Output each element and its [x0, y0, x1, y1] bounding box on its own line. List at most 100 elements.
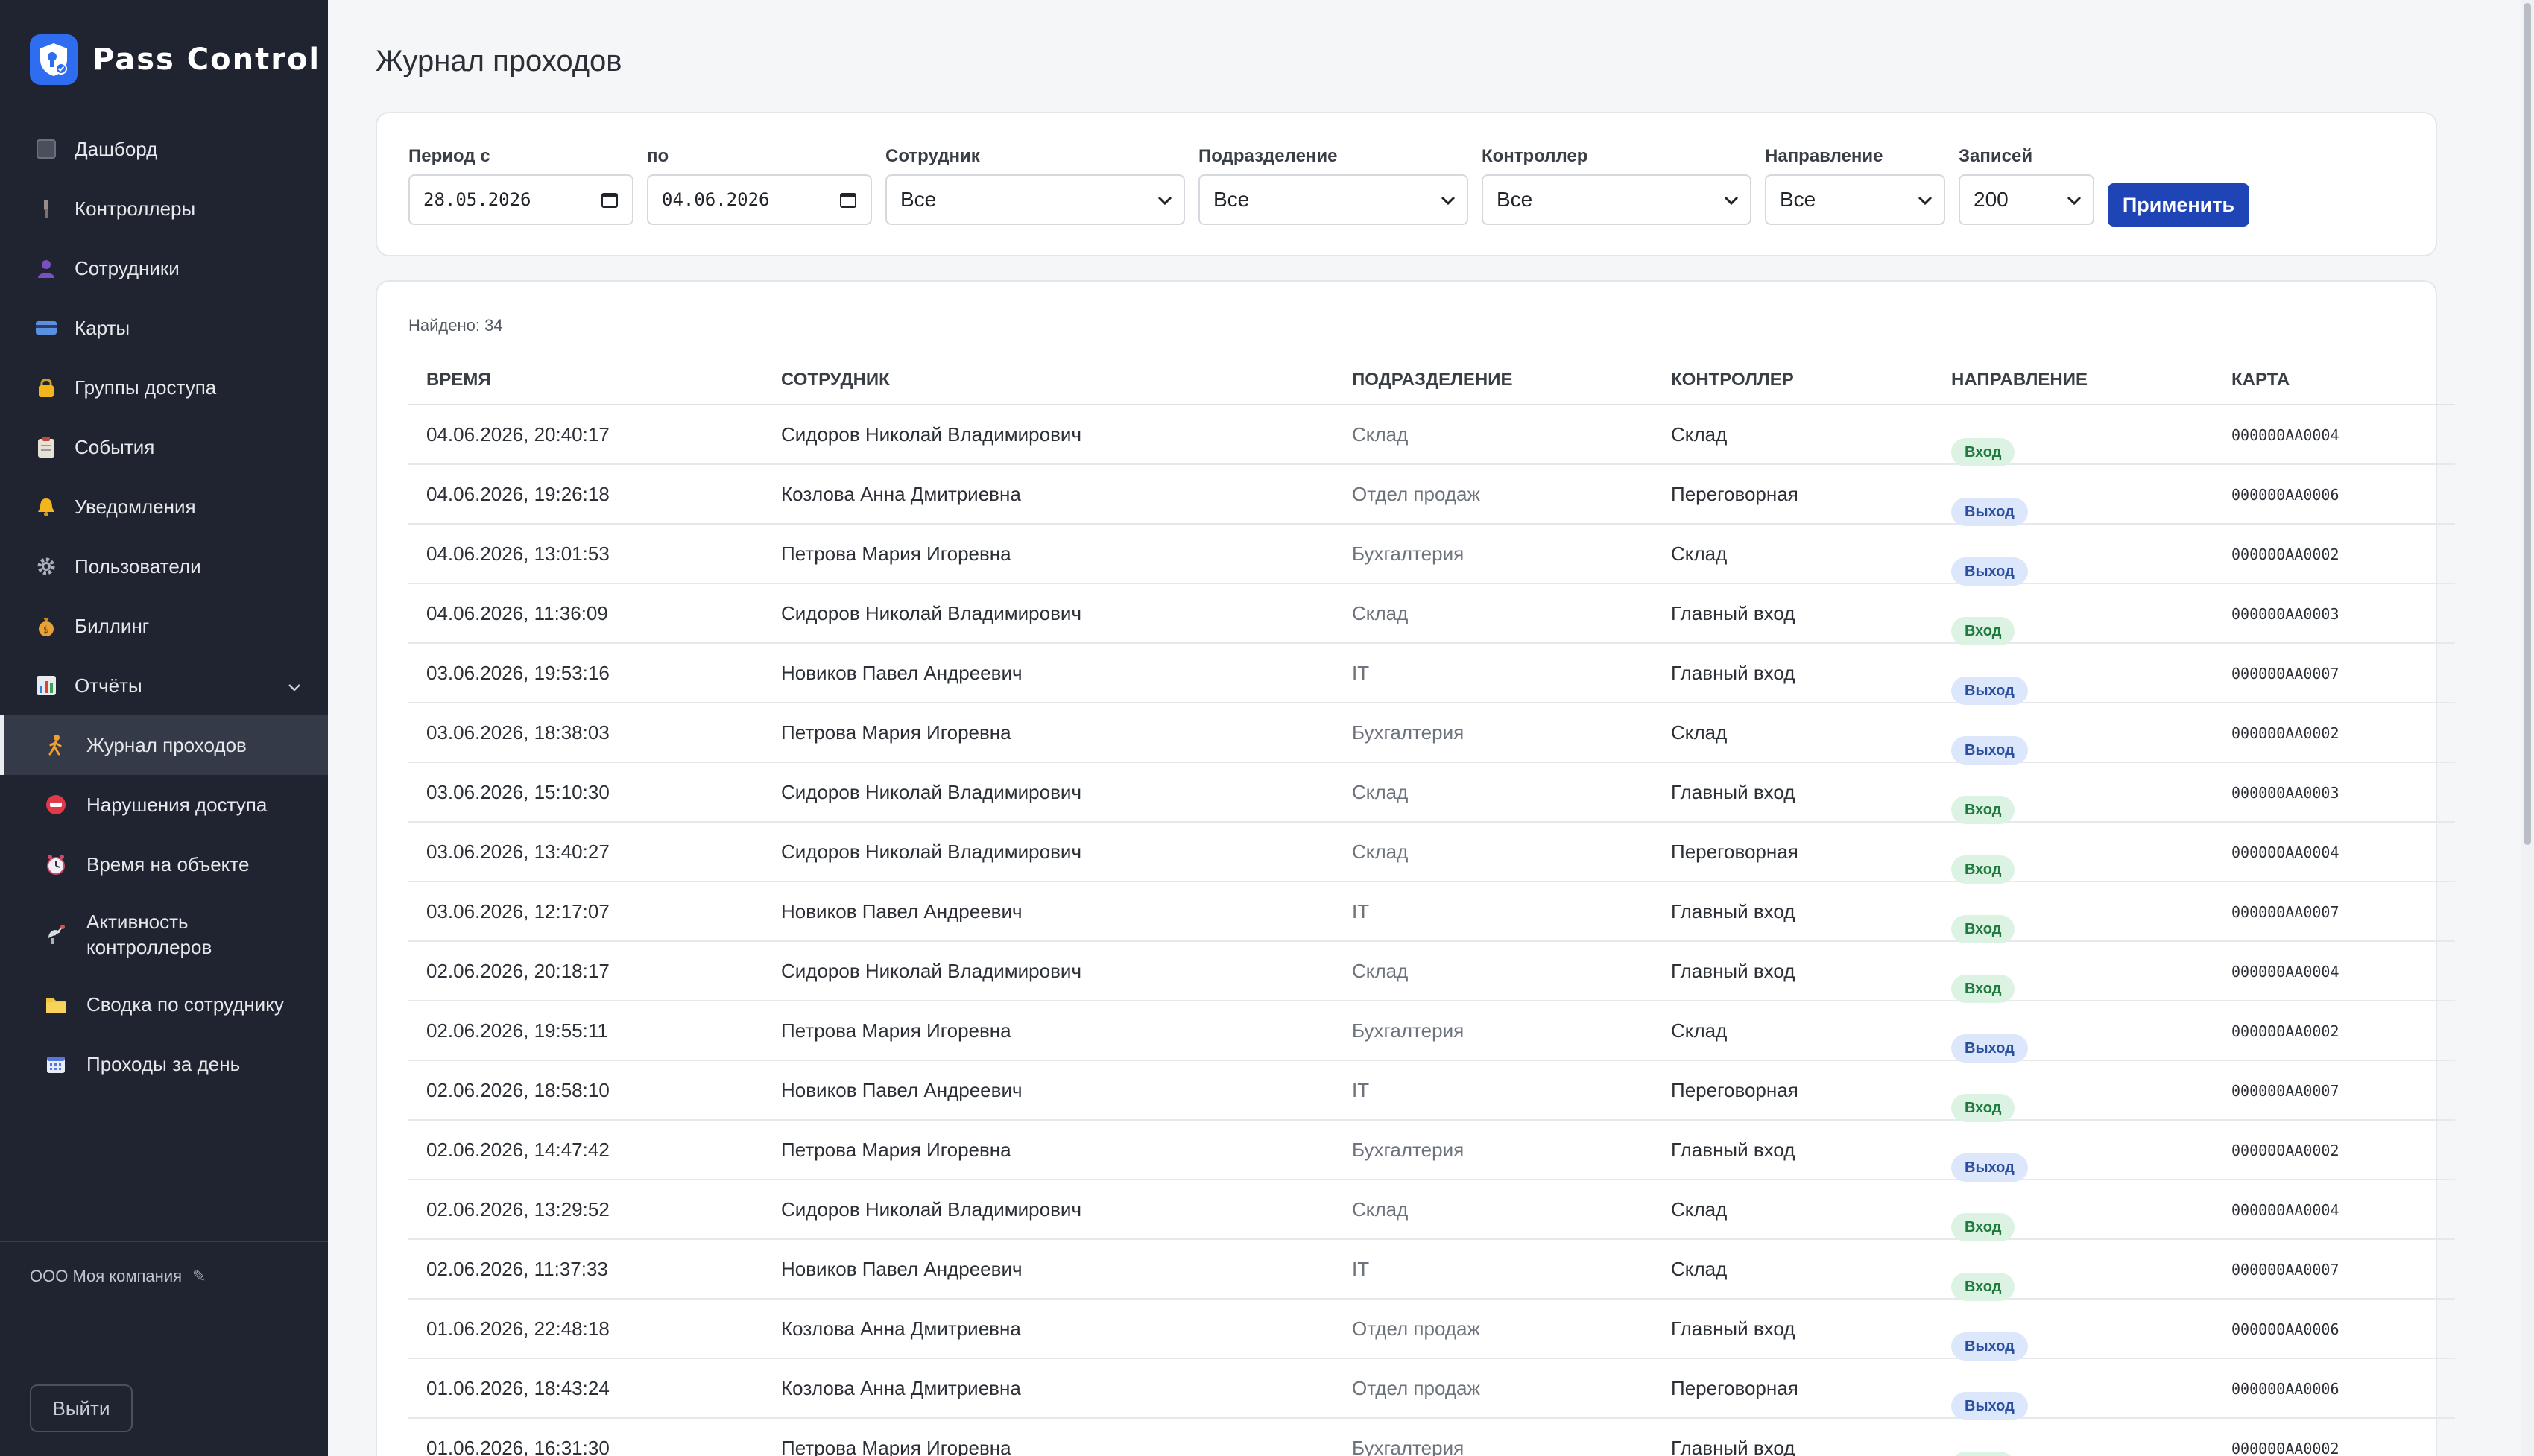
employee-select-value: Все [900, 188, 937, 211]
records-select[interactable]: 200 [1959, 174, 2094, 225]
company-name[interactable]: ООО Моя компания ✎ [30, 1267, 206, 1286]
cell-controller: Склад [1671, 1198, 1728, 1221]
header-controller[interactable]: КОНТРОЛЛЕР [1671, 370, 1794, 390]
scrollbar-thumb[interactable] [2524, 3, 2531, 845]
cell-time: 02.06.2026, 14:47:42 [426, 1139, 610, 1161]
apply-button[interactable]: Применить [2108, 183, 2249, 227]
sub-item-access-violations[interactable]: Нарушения доступа [0, 775, 328, 835]
sub-item-controller-activity[interactable]: Активность контроллеров [0, 894, 328, 975]
nav-item-notifications[interactable]: Уведомления [0, 477, 328, 536]
table-row[interactable]: 03.06.2026, 13:40:27 Сидоров Николай Влад… [408, 823, 2455, 884]
controller-select[interactable]: Все [1482, 174, 1751, 225]
table-row[interactable]: 01.06.2026, 22:48:18 Козлова Анна Дмитрие… [408, 1300, 2455, 1361]
nav-item-cards[interactable]: Карты [0, 298, 328, 358]
table-row[interactable]: 03.06.2026, 15:10:30 Сидоров Николай Влад… [408, 763, 2455, 824]
cell-department: Склад [1352, 1198, 1409, 1221]
nav-item-billing[interactable]: $ Биллинг [0, 596, 328, 656]
table-row[interactable]: 04.06.2026, 19:26:18 Козлова Анна Дмитрие… [408, 465, 2455, 526]
employee-select[interactable]: Все [885, 174, 1185, 225]
records-select-value: 200 [1974, 188, 2009, 211]
cell-time: 03.06.2026, 18:38:03 [426, 721, 610, 744]
chevron-down-icon [1440, 191, 1456, 215]
sub-label: Нарушения доступа [86, 793, 268, 816]
table-row[interactable]: 01.06.2026, 18:43:24 Козлова Анна Дмитрие… [408, 1359, 2455, 1420]
table-row[interactable]: 03.06.2026, 19:53:16 Новиков Павел Андрее… [408, 644, 2455, 705]
nav-label: Группы доступа [75, 376, 217, 399]
brand[interactable]: Pass Control [30, 33, 320, 86]
gear-icon [33, 553, 60, 580]
cell-time: 02.06.2026, 20:18:17 [426, 960, 610, 982]
page-scrollbar[interactable] [2521, 0, 2534, 1456]
nav-label: Биллинг [75, 614, 150, 637]
table-row[interactable]: 03.06.2026, 18:38:03 Петрова Мария Игорев… [408, 703, 2455, 765]
table-row[interactable]: 02.06.2026, 18:58:10 Новиков Павел Андрее… [408, 1061, 2455, 1122]
cell-employee: Козлова Анна Дмитриевна [781, 483, 1021, 505]
nav-label: Дашборд [75, 137, 158, 160]
sub-item-daily-passes[interactable]: Проходы за день [0, 1034, 328, 1094]
period-from-input[interactable]: 28.05.2026 [408, 174, 634, 225]
cell-employee: Сидоров Николай Владимирович [781, 1198, 1081, 1221]
no-entry-icon [43, 792, 69, 817]
table-row[interactable]: 04.06.2026, 20:40:17 Сидоров Николай Влад… [408, 405, 2455, 466]
period-to-input[interactable]: 04.06.2026 [647, 174, 872, 225]
pencil-icon[interactable]: ✎ [192, 1267, 206, 1286]
table-row[interactable]: 02.06.2026, 20:18:17 Сидоров Николай Влад… [408, 942, 2455, 1003]
cell-card: 000000AA0003 [2231, 784, 2339, 802]
table-row[interactable]: 03.06.2026, 12:17:07 Новиков Павел Андрее… [408, 882, 2455, 943]
cell-card: 000000AA0006 [2231, 1380, 2339, 1398]
cell-time: 04.06.2026, 13:01:53 [426, 542, 610, 565]
calendar-icon[interactable] [601, 191, 619, 213]
cell-controller: Главный вход [1671, 1437, 1795, 1456]
cell-employee: Сидоров Николай Владимирович [781, 960, 1081, 982]
department-filter-label: Подразделение [1198, 146, 1338, 166]
direction-badge: Выход [1951, 498, 2028, 526]
department-select[interactable]: Все [1198, 174, 1468, 225]
nav-label: Отчёты [75, 674, 142, 697]
table-row[interactable]: 02.06.2026, 14:47:42 Петрова Мария Игорев… [408, 1121, 2455, 1182]
table-row[interactable]: 04.06.2026, 11:36:09 Сидоров Николай Влад… [408, 584, 2455, 645]
cell-card: 000000AA0007 [2231, 1082, 2339, 1100]
nav-item-events[interactable]: События [0, 417, 328, 477]
nav-item-controllers[interactable]: Контроллеры [0, 179, 328, 238]
calendar-icon[interactable] [839, 191, 857, 213]
table-row[interactable]: 04.06.2026, 13:01:53 Петрова Мария Игорев… [408, 525, 2455, 586]
sub-item-time-on-site[interactable]: Время на объекте [0, 835, 328, 894]
sub-item-pass-log[interactable]: Журнал проходов [0, 715, 328, 775]
table-row[interactable]: 02.06.2026, 11:37:33 Новиков Павел Андрее… [408, 1240, 2455, 1301]
header-direction[interactable]: НАПРАВЛЕНИЕ [1951, 370, 2088, 390]
header-employee[interactable]: СОТРУДНИК [781, 370, 890, 390]
direction-badge: Вход [1951, 915, 2015, 943]
direction-badge: Вход [1951, 975, 2015, 1003]
cell-time: 02.06.2026, 18:58:10 [426, 1079, 610, 1101]
header-department[interactable]: ПОДРАЗДЕЛЕНИЕ [1352, 370, 1513, 390]
cell-controller: Склад [1671, 542, 1728, 565]
table-row[interactable]: 02.06.2026, 19:55:11 Петрова Мария Игорев… [408, 1001, 2455, 1063]
nav-item-employees[interactable]: Сотрудники [0, 238, 328, 298]
sidebar: Pass Control Дашборд Контроллеры Сотрудн… [0, 0, 328, 1456]
cell-card: 000000AA0002 [2231, 1142, 2339, 1159]
direction-badge: Выход [1951, 557, 2028, 586]
nav-label: События [75, 435, 155, 458]
table-row[interactable]: 01.06.2026, 16:31:30 Петрова Мария Игорев… [408, 1419, 2455, 1456]
nav-item-access-groups[interactable]: Группы доступа [0, 358, 328, 417]
nav-item-dashboard[interactable]: Дашборд [0, 119, 328, 179]
logout-button[interactable]: Выйти [30, 1384, 133, 1432]
direction-badge: Вход [1951, 1213, 2015, 1241]
sub-label: Журнал проходов [86, 733, 247, 756]
cell-department: Склад [1352, 841, 1409, 863]
direction-badge: Выход [1951, 736, 2028, 765]
header-time[interactable]: ВРЕМЯ [426, 370, 491, 390]
cell-time: 04.06.2026, 11:36:09 [426, 602, 608, 624]
cell-card: 000000AA0002 [2231, 1022, 2339, 1040]
sub-item-employee-summary[interactable]: Сводка по сотруднику [0, 975, 328, 1034]
direction-select[interactable]: Все [1765, 174, 1945, 225]
header-card[interactable]: КАРТА [2231, 370, 2290, 390]
cell-employee: Петрова Мария Игоревна [781, 1437, 1011, 1456]
chevron-down-icon [1157, 191, 1173, 215]
bell-icon [33, 493, 60, 520]
nav-item-users[interactable]: Пользователи [0, 536, 328, 596]
cell-controller: Переговорная [1671, 1377, 1798, 1399]
cell-card: 000000AA0002 [2231, 1440, 2339, 1456]
nav-group-reports[interactable]: Отчёты [0, 656, 328, 715]
table-row[interactable]: 02.06.2026, 13:29:52 Сидоров Николай Влад… [408, 1180, 2455, 1241]
